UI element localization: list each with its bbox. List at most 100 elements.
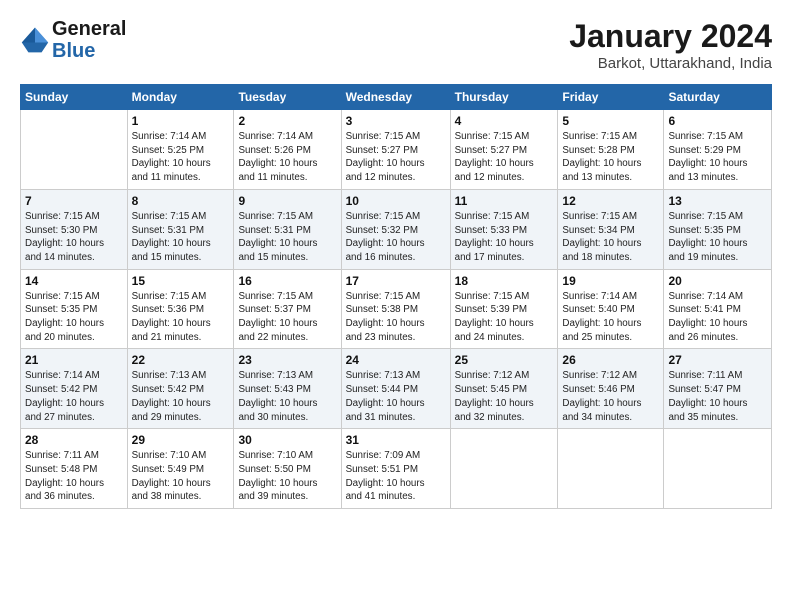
week-row-5: 28 Sunrise: 7:11 AMSunset: 5:48 PMDayligh…	[21, 429, 772, 509]
day-number: 10	[346, 194, 446, 208]
day-number: 6	[668, 114, 767, 128]
week-row-4: 21 Sunrise: 7:14 AMSunset: 5:42 PMDayligh…	[21, 349, 772, 429]
day-number: 8	[132, 194, 230, 208]
day-number: 4	[455, 114, 554, 128]
day-info: Sunrise: 7:13 AMSunset: 5:44 PMDaylight:…	[346, 369, 446, 424]
day-number: 22	[132, 353, 230, 367]
day-number: 12	[562, 194, 659, 208]
day-number: 2	[238, 114, 336, 128]
header-cell-sunday: Sunday	[21, 85, 128, 110]
day-number: 18	[455, 274, 554, 288]
day-info: Sunrise: 7:14 AMSunset: 5:40 PMDaylight:…	[562, 290, 659, 345]
calendar-cell: 16 Sunrise: 7:15 AMSunset: 5:37 PMDayligh…	[234, 269, 341, 349]
calendar-cell: 27 Sunrise: 7:11 AMSunset: 5:47 PMDayligh…	[664, 349, 772, 429]
calendar-cell: 6 Sunrise: 7:15 AMSunset: 5:29 PMDaylight…	[664, 110, 772, 190]
calendar-cell: 24Sunrise: 7:13 AMSunset: 5:44 PMDayligh…	[341, 349, 450, 429]
calendar-cell: 31Sunrise: 7:09 AMSunset: 5:51 PMDayligh…	[341, 429, 450, 509]
day-info: Sunrise: 7:15 AMSunset: 5:31 PMDaylight:…	[238, 210, 336, 265]
day-number: 29	[132, 433, 230, 447]
day-number: 26	[562, 353, 659, 367]
calendar-cell: 21 Sunrise: 7:14 AMSunset: 5:42 PMDayligh…	[21, 349, 128, 429]
calendar-cell: 25 Sunrise: 7:12 AMSunset: 5:45 PMDayligh…	[450, 349, 558, 429]
day-info: Sunrise: 7:15 AMSunset: 5:32 PMDaylight:…	[346, 210, 446, 265]
day-info: Sunrise: 7:15 AMSunset: 5:28 PMDaylight:…	[562, 130, 659, 185]
day-info: Sunrise: 7:15 AMSunset: 5:36 PMDaylight:…	[132, 290, 230, 345]
calendar-cell	[21, 110, 128, 190]
calendar-cell: 26 Sunrise: 7:12 AMSunset: 5:46 PMDayligh…	[558, 349, 664, 429]
calendar-cell: 3Sunrise: 7:15 AMSunset: 5:27 PMDaylight…	[341, 110, 450, 190]
day-info: Sunrise: 7:15 AMSunset: 5:37 PMDaylight:…	[238, 290, 336, 345]
day-info: Sunrise: 7:10 AMSunset: 5:50 PMDaylight:…	[238, 449, 336, 504]
calendar-title: January 2024	[569, 18, 772, 55]
day-number: 14	[25, 274, 123, 288]
header-cell-thursday: Thursday	[450, 85, 558, 110]
calendar-cell: 11 Sunrise: 7:15 AMSunset: 5:33 PMDayligh…	[450, 189, 558, 269]
header-cell-wednesday: Wednesday	[341, 85, 450, 110]
day-info: Sunrise: 7:10 AMSunset: 5:49 PMDaylight:…	[132, 449, 230, 504]
day-info: Sunrise: 7:15 AMSunset: 5:31 PMDaylight:…	[132, 210, 230, 265]
day-number: 7	[25, 194, 123, 208]
day-info: Sunrise: 7:15 AMSunset: 5:35 PMDaylight:…	[668, 210, 767, 265]
calendar-cell: 19Sunrise: 7:14 AMSunset: 5:40 PMDayligh…	[558, 269, 664, 349]
header-cell-tuesday: Tuesday	[234, 85, 341, 110]
day-info: Sunrise: 7:15 AMSunset: 5:30 PMDaylight:…	[25, 210, 123, 265]
day-info: Sunrise: 7:11 AMSunset: 5:47 PMDaylight:…	[668, 369, 767, 424]
calendar-cell: 15 Sunrise: 7:15 AMSunset: 5:36 PMDayligh…	[127, 269, 234, 349]
day-info: Sunrise: 7:12 AMSunset: 5:45 PMDaylight:…	[455, 369, 554, 424]
day-info: Sunrise: 7:13 AMSunset: 5:43 PMDaylight:…	[238, 369, 336, 424]
day-number: 15	[132, 274, 230, 288]
header-cell-monday: Monday	[127, 85, 234, 110]
day-number: 25	[455, 353, 554, 367]
calendar-cell: 10 Sunrise: 7:15 AMSunset: 5:32 PMDayligh…	[341, 189, 450, 269]
day-info: Sunrise: 7:15 AMSunset: 5:38 PMDaylight:…	[346, 290, 446, 345]
header-cell-saturday: Saturday	[664, 85, 772, 110]
day-number: 21	[25, 353, 123, 367]
calendar-cell: 5Sunrise: 7:15 AMSunset: 5:28 PMDaylight…	[558, 110, 664, 190]
day-info: Sunrise: 7:15 AMSunset: 5:27 PMDaylight:…	[455, 130, 554, 185]
day-number: 27	[668, 353, 767, 367]
calendar-cell: 22 Sunrise: 7:13 AMSunset: 5:42 PMDayligh…	[127, 349, 234, 429]
calendar-cell: 1Sunrise: 7:14 AMSunset: 5:25 PMDaylight…	[127, 110, 234, 190]
calendar-cell: 4 Sunrise: 7:15 AMSunset: 5:27 PMDaylight…	[450, 110, 558, 190]
day-info: Sunrise: 7:13 AMSunset: 5:42 PMDaylight:…	[132, 369, 230, 424]
day-info: Sunrise: 7:14 AMSunset: 5:25 PMDaylight:…	[132, 130, 230, 185]
day-number: 16	[238, 274, 336, 288]
calendar-cell	[450, 429, 558, 509]
day-info: Sunrise: 7:15 AMSunset: 5:27 PMDaylight:…	[346, 130, 446, 185]
week-row-3: 14 Sunrise: 7:15 AMSunset: 5:35 PMDayligh…	[21, 269, 772, 349]
calendar-cell: 30 Sunrise: 7:10 AMSunset: 5:50 PMDayligh…	[234, 429, 341, 509]
day-info: Sunrise: 7:14 AMSunset: 5:41 PMDaylight:…	[668, 290, 767, 345]
header-row: SundayMondayTuesdayWednesdayThursdayFrid…	[21, 85, 772, 110]
calendar-cell	[664, 429, 772, 509]
header: General Blue January 2024 Barkot, Uttara…	[20, 18, 772, 72]
week-row-1: 1Sunrise: 7:14 AMSunset: 5:25 PMDaylight…	[21, 110, 772, 190]
day-info: Sunrise: 7:14 AMSunset: 5:26 PMDaylight:…	[238, 130, 336, 185]
logo: General Blue	[20, 18, 126, 62]
day-number: 17	[346, 274, 446, 288]
day-number: 13	[668, 194, 767, 208]
calendar-cell: 17 Sunrise: 7:15 AMSunset: 5:38 PMDayligh…	[341, 269, 450, 349]
day-info: Sunrise: 7:14 AMSunset: 5:42 PMDaylight:…	[25, 369, 123, 424]
calendar-cell: 18Sunrise: 7:15 AMSunset: 5:39 PMDayligh…	[450, 269, 558, 349]
day-info: Sunrise: 7:09 AMSunset: 5:51 PMDaylight:…	[346, 449, 446, 504]
calendar-cell: 7 Sunrise: 7:15 AMSunset: 5:30 PMDaylight…	[21, 189, 128, 269]
calendar-cell: 14 Sunrise: 7:15 AMSunset: 5:35 PMDayligh…	[21, 269, 128, 349]
day-info: Sunrise: 7:15 AMSunset: 5:33 PMDaylight:…	[455, 210, 554, 265]
day-number: 11	[455, 194, 554, 208]
day-number: 23	[238, 353, 336, 367]
calendar-cell: 28 Sunrise: 7:11 AMSunset: 5:48 PMDayligh…	[21, 429, 128, 509]
calendar-cell: 13 Sunrise: 7:15 AMSunset: 5:35 PMDayligh…	[664, 189, 772, 269]
calendar-cell: 12Sunrise: 7:15 AMSunset: 5:34 PMDayligh…	[558, 189, 664, 269]
header-cell-friday: Friday	[558, 85, 664, 110]
calendar-cell: 9Sunrise: 7:15 AMSunset: 5:31 PMDaylight…	[234, 189, 341, 269]
day-info: Sunrise: 7:11 AMSunset: 5:48 PMDaylight:…	[25, 449, 123, 504]
day-number: 30	[238, 433, 336, 447]
title-block: January 2024 Barkot, Uttarakhand, India	[569, 18, 772, 72]
calendar-table: SundayMondayTuesdayWednesdayThursdayFrid…	[20, 84, 772, 509]
day-info: Sunrise: 7:15 AMSunset: 5:29 PMDaylight:…	[668, 130, 767, 185]
calendar-cell: 8 Sunrise: 7:15 AMSunset: 5:31 PMDaylight…	[127, 189, 234, 269]
day-info: Sunrise: 7:15 AMSunset: 5:35 PMDaylight:…	[25, 290, 123, 345]
calendar-cell: 29 Sunrise: 7:10 AMSunset: 5:49 PMDayligh…	[127, 429, 234, 509]
day-info: Sunrise: 7:12 AMSunset: 5:46 PMDaylight:…	[562, 369, 659, 424]
day-number: 28	[25, 433, 123, 447]
